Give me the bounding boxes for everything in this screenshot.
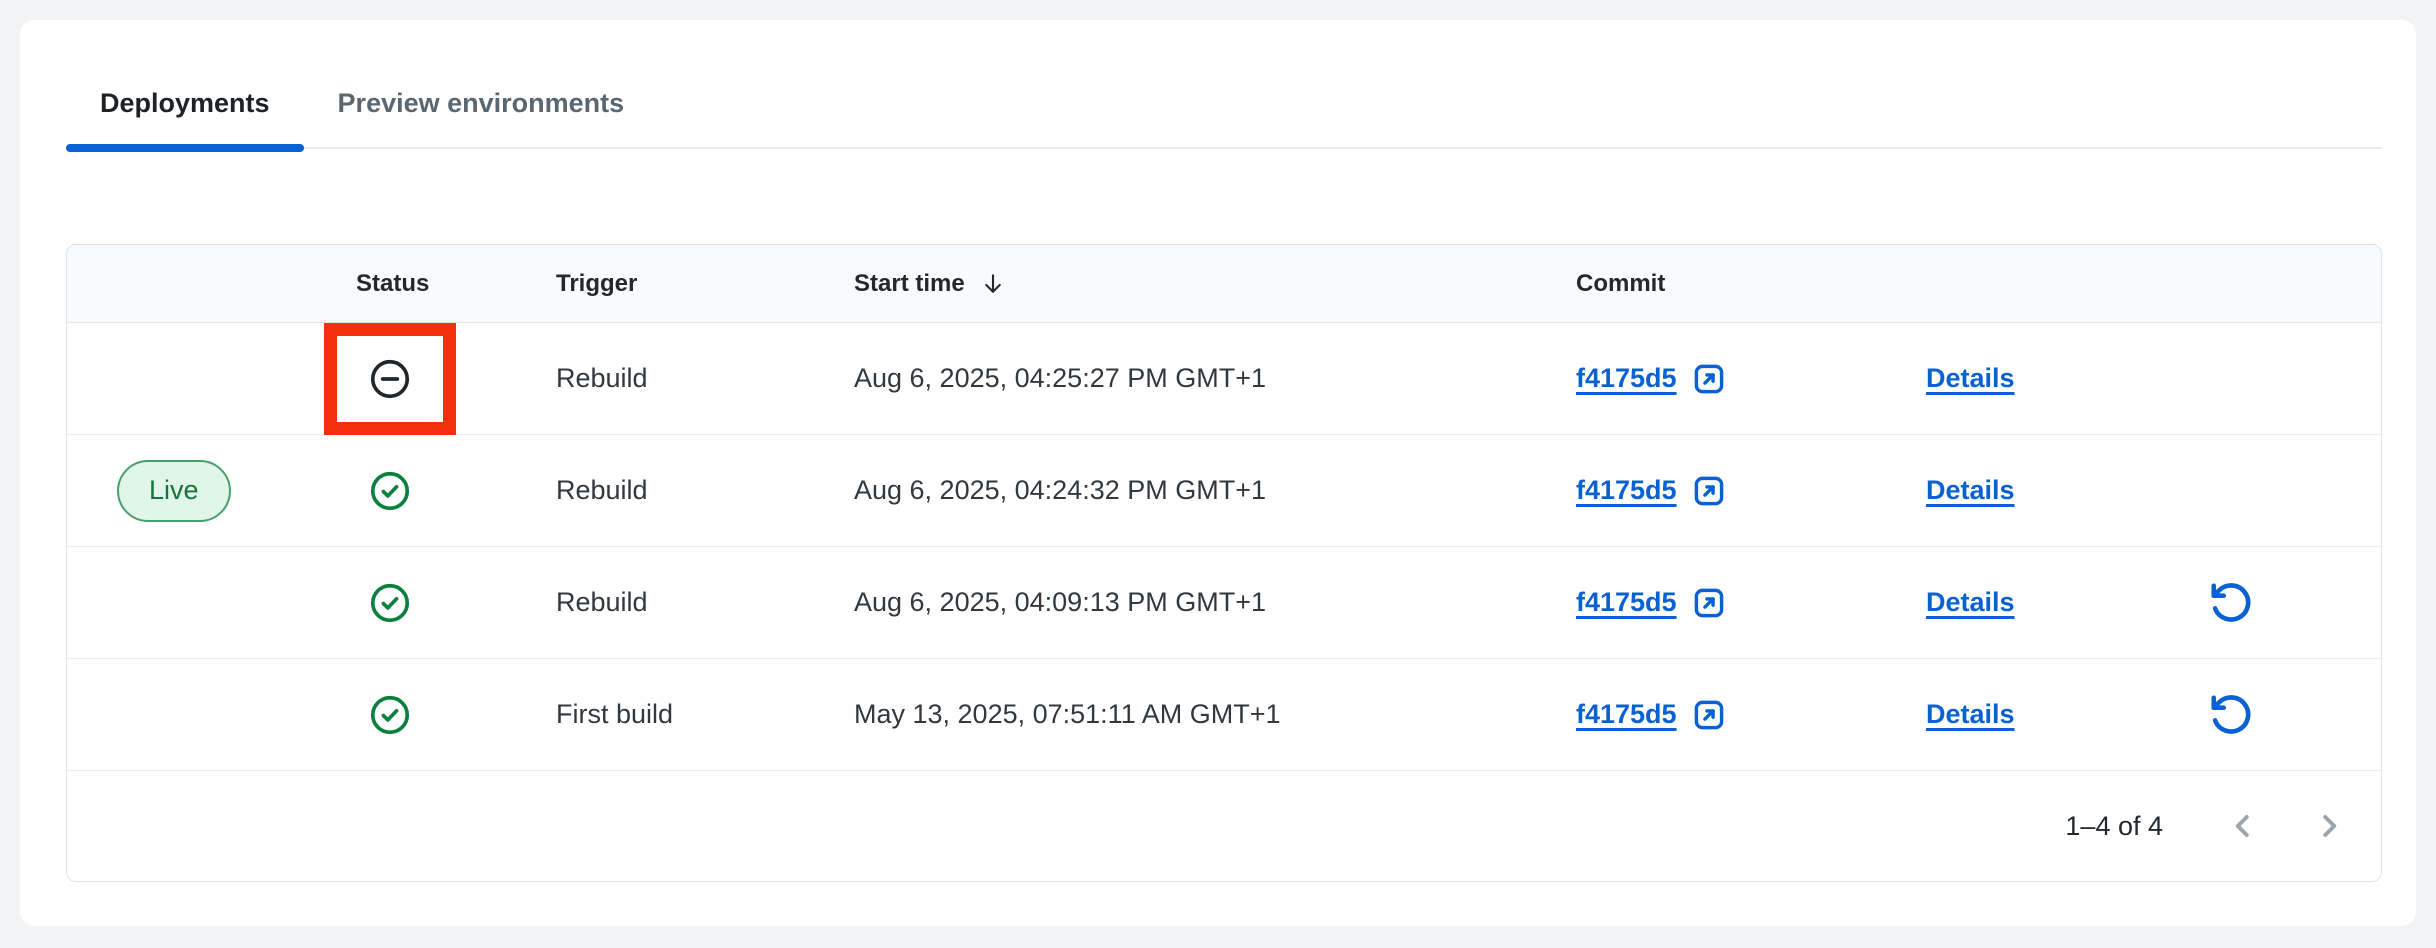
commit-link[interactable]: f4175d5 [1576, 473, 1727, 509]
retry-deployment-button[interactable] [2208, 692, 2254, 738]
tab-bar: Deployments Preview environments [20, 70, 2416, 149]
status-cell [356, 693, 556, 737]
header-start-time-label: Start time [854, 270, 965, 298]
details-label: Details [1926, 699, 2015, 729]
success-status-icon [368, 469, 412, 513]
pagination-range-label: 1–4 of 4 [2065, 811, 2163, 842]
environment-cell: Live [67, 460, 356, 522]
external-link-icon [1691, 585, 1727, 621]
pagination-row: 1–4 of 4 [67, 771, 2381, 881]
start-time-cell: Aug 6, 2025, 04:25:27 PM GMT+1 [854, 363, 1576, 394]
rotate-ccw-icon [2208, 580, 2254, 626]
details-label: Details [1926, 363, 2015, 393]
tab-preview-environments[interactable]: Preview environments [304, 70, 659, 149]
commit-link[interactable]: f4175d5 [1576, 585, 1727, 621]
deployments-card: Deployments Preview environments Status … [20, 20, 2416, 926]
success-status-icon [368, 693, 412, 737]
commit-cell: f4175d5 [1576, 697, 1926, 733]
commit-link[interactable]: f4175d5 [1576, 697, 1727, 733]
details-link[interactable]: Details [1926, 587, 2015, 618]
header-status: Status [356, 270, 556, 298]
previous-page-button[interactable] [2225, 808, 2261, 844]
action-cell [2141, 580, 2381, 626]
commit-hash: f4175d5 [1576, 699, 1677, 730]
start-time-cell: May 13, 2025, 07:51:11 AM GMT+1 [854, 699, 1576, 730]
commit-hash: f4175d5 [1576, 587, 1677, 618]
commit-cell: f4175d5 [1576, 473, 1926, 509]
commit-cell: f4175d5 [1576, 585, 1926, 621]
trigger-cell: Rebuild [556, 363, 854, 394]
table-header-row: Status Trigger Start time Commit [67, 245, 2381, 323]
status-cell [356, 581, 556, 625]
header-commit: Commit [1576, 270, 1926, 298]
external-link-icon [1691, 697, 1727, 733]
commit-cell: f4175d5 [1576, 361, 1926, 397]
deployments-table: Status Trigger Start time Commit [66, 244, 2382, 882]
commit-hash: f4175d5 [1576, 363, 1677, 394]
details-cell: Details [1926, 363, 2141, 394]
trigger-cell: Rebuild [556, 587, 854, 618]
external-link-icon [1691, 473, 1727, 509]
action-cell [2141, 692, 2381, 738]
trigger-cell: Rebuild [556, 475, 854, 506]
external-link-icon [1691, 361, 1727, 397]
start-time-cell: Aug 6, 2025, 04:24:32 PM GMT+1 [854, 475, 1576, 506]
status-cell [356, 357, 556, 401]
annotation-highlight-box [324, 323, 456, 435]
live-badge: Live [117, 460, 231, 522]
header-start-time[interactable]: Start time [854, 270, 1576, 298]
details-cell: Details [1926, 699, 2141, 730]
table-row: Rebuild Aug 6, 2025, 04:25:27 PM GMT+1 f… [67, 323, 2381, 435]
details-link[interactable]: Details [1926, 363, 2015, 394]
sort-descending-icon[interactable] [979, 270, 1007, 298]
commit-link[interactable]: f4175d5 [1576, 361, 1727, 397]
chevron-right-icon [2311, 808, 2347, 844]
next-page-button[interactable] [2311, 808, 2347, 844]
details-link[interactable]: Details [1926, 475, 2015, 506]
table-row: First build May 13, 2025, 07:51:11 AM GM… [67, 659, 2381, 771]
details-cell: Details [1926, 475, 2141, 506]
chevron-left-icon [2225, 808, 2261, 844]
start-time-cell: Aug 6, 2025, 04:09:13 PM GMT+1 [854, 587, 1576, 618]
details-label: Details [1926, 587, 2015, 617]
commit-hash: f4175d5 [1576, 475, 1677, 506]
header-trigger: Trigger [556, 270, 854, 298]
success-status-icon [368, 581, 412, 625]
details-label: Details [1926, 475, 2015, 505]
trigger-cell: First build [556, 699, 854, 730]
tab-deployments[interactable]: Deployments [66, 70, 304, 149]
table-row: Live Rebuild Aug 6, 2025, 04:24:32 PM GM… [67, 435, 2381, 547]
retry-deployment-button[interactable] [2208, 580, 2254, 626]
table-row: Rebuild Aug 6, 2025, 04:09:13 PM GMT+1 f… [67, 547, 2381, 659]
status-cell [356, 469, 556, 513]
page-background: Deployments Preview environments Status … [0, 0, 2436, 948]
rotate-ccw-icon [2208, 692, 2254, 738]
details-cell: Details [1926, 587, 2141, 618]
details-link[interactable]: Details [1926, 699, 2015, 730]
